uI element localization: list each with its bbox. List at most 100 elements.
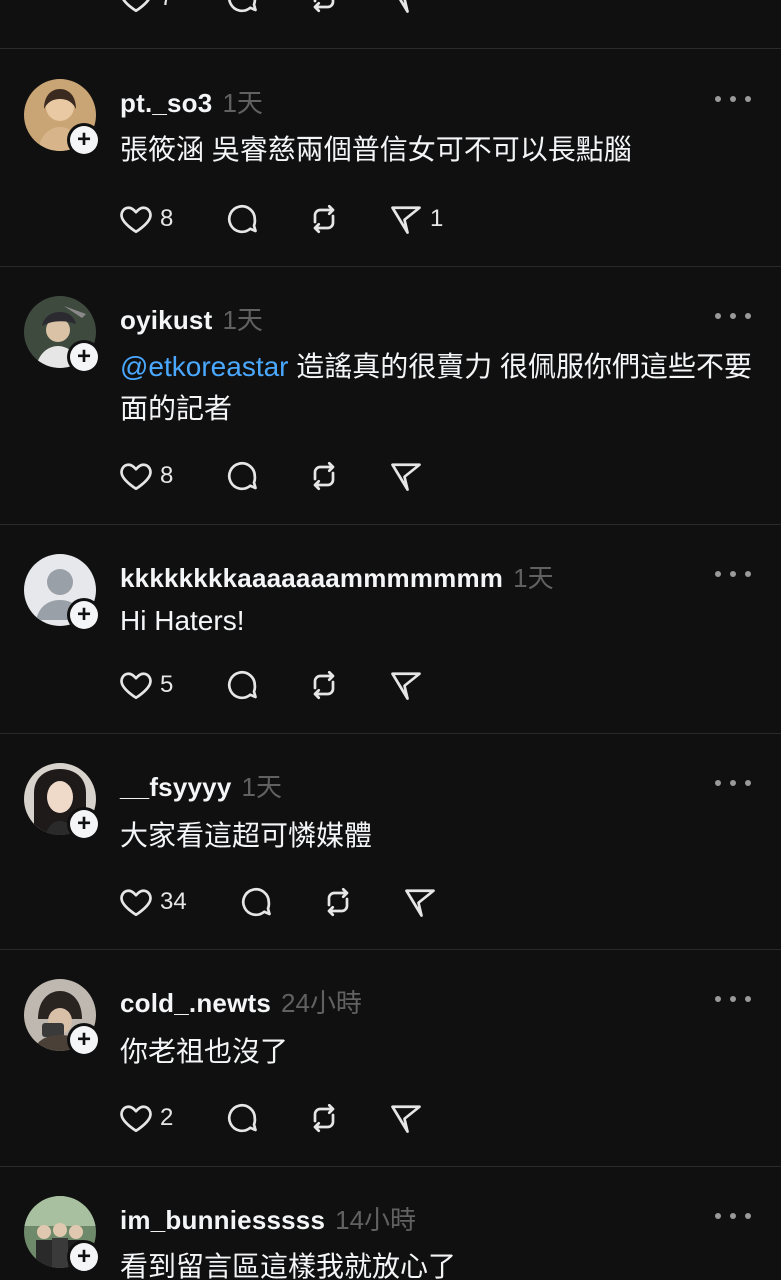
- heart-icon: [120, 1105, 152, 1133]
- heart-icon: [122, 0, 150, 13]
- follow-button[interactable]: +: [67, 340, 101, 374]
- post-header: pt._so3 1天: [120, 83, 263, 119]
- username[interactable]: pt._so3: [120, 88, 212, 119]
- username[interactable]: __fsyyyy: [120, 772, 231, 803]
- plus-icon: +: [70, 601, 98, 629]
- share-button[interactable]: [388, 1098, 424, 1138]
- send-icon: [391, 206, 421, 234]
- more-button[interactable]: [715, 304, 751, 328]
- more-icon: [715, 313, 721, 319]
- like-button[interactable]: 5: [118, 665, 180, 705]
- follow-button[interactable]: +: [67, 807, 101, 841]
- timestamp: 1天: [241, 772, 282, 802]
- repost-button[interactable]: [306, 199, 342, 239]
- post-text: 看到留言區這樣我就放心了: [120, 1251, 457, 1280]
- divider: [0, 1166, 781, 1167]
- heart-icon: [120, 672, 152, 700]
- share-button[interactable]: [388, 665, 424, 705]
- comment-icon: [227, 670, 257, 700]
- send-icon: [391, 463, 421, 491]
- divider: [0, 48, 781, 49]
- divider: [0, 524, 781, 525]
- post-header: im_bunniesssss 14小時: [120, 1200, 416, 1236]
- post-header: cold_.newts 24小時: [120, 983, 362, 1019]
- divider: [0, 266, 781, 267]
- repost-button[interactable]: [320, 882, 356, 922]
- repost-icon: [313, 1103, 335, 1133]
- follow-button[interactable]: +: [67, 123, 101, 157]
- share-button[interactable]: [402, 882, 438, 922]
- more-button[interactable]: [715, 771, 751, 795]
- post-header: oyikust 1天: [120, 300, 263, 336]
- action-bar: 5: [118, 665, 424, 705]
- share-button[interactable]: 1: [388, 199, 443, 239]
- action-bar: 8: [118, 456, 424, 496]
- heart-icon: [120, 889, 152, 917]
- timestamp: 1天: [222, 88, 263, 118]
- like-button[interactable]: 7: [118, 0, 178, 18]
- repost-icon: [313, 0, 335, 13]
- post-text: 張筱涵 吳睿慈兩個普信女可不可以長點腦: [120, 134, 632, 165]
- post-text: @etkoreastar 造謠真的很賣力 很佩服你們這些不要面的記者: [120, 351, 753, 424]
- like-count: 8: [160, 205, 174, 232]
- plus-icon: +: [70, 343, 98, 371]
- username[interactable]: cold_.newts: [120, 988, 271, 1019]
- comment-button[interactable]: [238, 882, 274, 922]
- comment-button[interactable]: [224, 0, 260, 18]
- timestamp: 24小時: [281, 988, 362, 1018]
- plus-icon: +: [70, 126, 98, 154]
- comment-icon: [228, 0, 257, 13]
- post-text: Hi Haters!: [120, 605, 245, 636]
- repost-button[interactable]: [306, 0, 342, 18]
- send-icon: [391, 1105, 421, 1133]
- like-button[interactable]: 2: [118, 1098, 180, 1138]
- more-button[interactable]: [715, 1204, 751, 1228]
- follow-button[interactable]: +: [67, 1240, 101, 1274]
- plus-icon: +: [70, 810, 98, 838]
- timestamp: 1天: [222, 305, 263, 335]
- repost-button[interactable]: [306, 665, 342, 705]
- more-button[interactable]: [715, 87, 751, 111]
- repost-icon: [313, 461, 335, 491]
- repost-icon: [327, 887, 349, 917]
- more-icon: [715, 571, 721, 577]
- repost-button[interactable]: [306, 456, 342, 496]
- plus-icon: +: [70, 1243, 98, 1271]
- like-count: 2: [160, 1104, 174, 1131]
- username[interactable]: oyikust: [120, 305, 212, 336]
- comment-button[interactable]: [224, 665, 260, 705]
- action-bar: 2: [118, 1098, 424, 1138]
- comment-icon: [227, 1103, 257, 1133]
- heart-icon: [120, 206, 152, 234]
- like-button[interactable]: 34: [118, 882, 194, 922]
- share-button[interactable]: [388, 456, 424, 496]
- comment-button[interactable]: [224, 456, 260, 496]
- repost-button[interactable]: [306, 1098, 342, 1138]
- follow-button[interactable]: +: [67, 1023, 101, 1057]
- like-button[interactable]: 8: [118, 456, 180, 496]
- timestamp: 14小時: [335, 1205, 417, 1235]
- username[interactable]: im_bunniesssss: [120, 1205, 325, 1236]
- like-count: 7: [160, 0, 173, 12]
- more-icon: [715, 996, 721, 1002]
- like-button[interactable]: 8: [118, 199, 180, 239]
- more-button[interactable]: [715, 562, 751, 586]
- comment-icon: [241, 887, 271, 917]
- mention-link[interactable]: @etkoreastar: [120, 351, 289, 382]
- username[interactable]: kkkkkkkkaaaaaaammmmmmm: [120, 563, 503, 594]
- send-icon: [405, 889, 435, 917]
- post-text: 大家看這超可憐媒體: [120, 820, 373, 851]
- action-bar: 34: [118, 882, 438, 922]
- post-partial-top: 7: [0, 0, 781, 48]
- share-button[interactable]: [388, 0, 424, 18]
- follow-button[interactable]: +: [67, 598, 101, 632]
- comment-button[interactable]: [224, 1098, 260, 1138]
- like-count: 8: [160, 462, 174, 489]
- like-count: 34: [160, 888, 187, 915]
- more-icon: [715, 1213, 721, 1219]
- more-icon: [715, 96, 721, 102]
- more-button[interactable]: [715, 987, 751, 1011]
- like-count: 5: [160, 671, 174, 698]
- comment-icon: [227, 461, 257, 491]
- comment-button[interactable]: [224, 199, 260, 239]
